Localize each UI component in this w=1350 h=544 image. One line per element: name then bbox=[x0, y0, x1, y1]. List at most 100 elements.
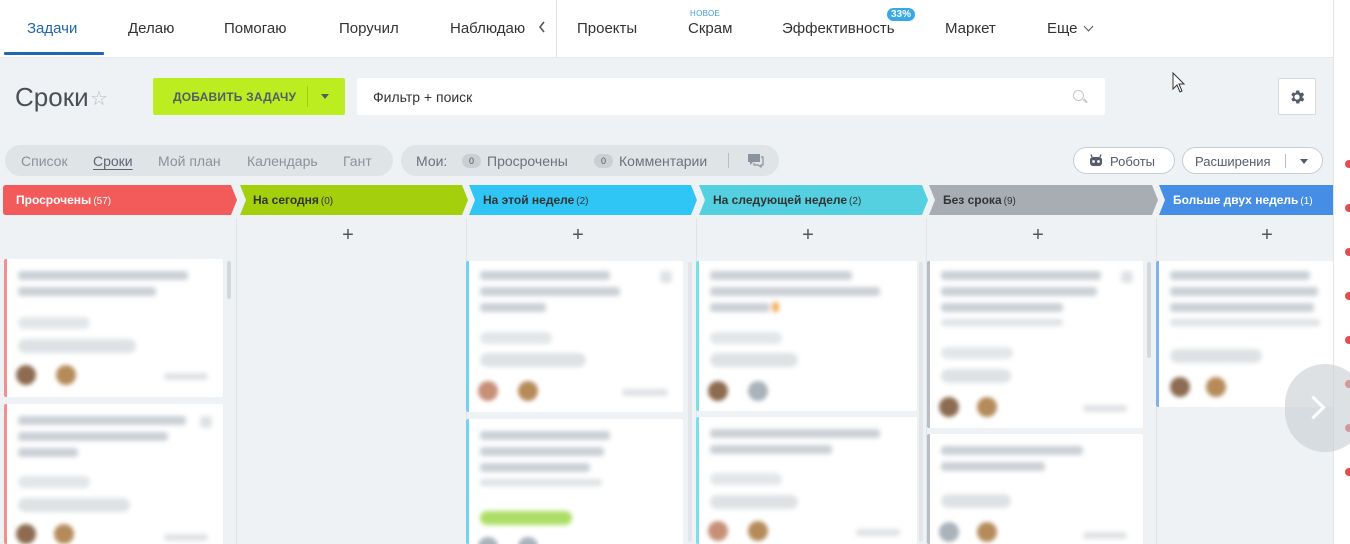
nav-tab-efficiency[interactable]: Эффективность bbox=[782, 20, 895, 37]
card-status-bar bbox=[696, 417, 699, 544]
column-header-over-two-weeks: Больше двух недель (1) bbox=[1159, 185, 1333, 215]
add-task-plus-button[interactable]: + bbox=[1028, 224, 1048, 247]
task-card[interactable] bbox=[4, 259, 223, 397]
task-card[interactable] bbox=[927, 261, 1143, 428]
view-my-plan[interactable]: Мой план bbox=[158, 153, 221, 169]
gear-icon bbox=[1291, 89, 1305, 104]
nav-tab-helping[interactable]: Помогаю bbox=[224, 20, 287, 37]
task-title-blurred bbox=[710, 429, 880, 438]
column-scrollbar[interactable] bbox=[1147, 262, 1151, 358]
column-header-no-deadline: Без срока (9) bbox=[929, 185, 1158, 215]
nav-tab-scrum[interactable]: Скрам bbox=[688, 20, 732, 37]
avatar[interactable] bbox=[56, 365, 76, 385]
column-scrollbar[interactable] bbox=[227, 261, 231, 299]
nav-separator bbox=[556, 0, 557, 58]
nav-tab-tasks[interactable]: Задачи bbox=[27, 20, 77, 37]
nav-tab-assigned[interactable]: Поручил bbox=[339, 20, 399, 37]
nav-tab-projects[interactable]: Проекты bbox=[577, 20, 637, 37]
extensions-button[interactable]: Расширения bbox=[1182, 147, 1323, 174]
avatar[interactable] bbox=[977, 522, 997, 542]
task-time-blurred bbox=[622, 389, 668, 396]
task-title-blurred bbox=[480, 303, 546, 312]
task-flag-blurred bbox=[772, 302, 779, 312]
task-card[interactable] bbox=[927, 434, 1143, 544]
avatar[interactable] bbox=[748, 521, 768, 541]
nav-more-label: Еще bbox=[1047, 20, 1078, 37]
nav-tab-doing[interactable]: Делаю bbox=[128, 20, 174, 37]
counter-overdue[interactable]: Просрочены bbox=[487, 153, 568, 169]
avatar[interactable] bbox=[708, 521, 728, 541]
view-list[interactable]: Список bbox=[21, 153, 68, 169]
avatar[interactable] bbox=[518, 381, 538, 401]
task-card[interactable] bbox=[466, 419, 683, 544]
robot-icon bbox=[1090, 154, 1102, 166]
task-card[interactable] bbox=[696, 261, 917, 411]
chevron-left-icon[interactable] bbox=[538, 20, 546, 37]
scroll-right-arrow-icon[interactable] bbox=[1285, 364, 1350, 452]
right-side-strip bbox=[1333, 0, 1350, 544]
task-tag-blurred bbox=[710, 473, 782, 485]
robots-label: Роботы bbox=[1110, 154, 1156, 169]
task-subtitle-blurred bbox=[941, 319, 1063, 326]
star-icon[interactable]: ☆ bbox=[90, 86, 108, 111]
avatar[interactable] bbox=[977, 397, 997, 417]
avatar[interactable] bbox=[939, 397, 959, 417]
counter-comments[interactable]: Комментарии bbox=[619, 153, 707, 169]
task-title-blurred bbox=[18, 432, 168, 441]
notification-dot bbox=[1345, 292, 1350, 300]
column-scrollbar[interactable] bbox=[688, 262, 692, 542]
caret-down-icon[interactable] bbox=[321, 94, 329, 99]
task-card[interactable] bbox=[696, 417, 917, 544]
avatar[interactable] bbox=[518, 537, 538, 544]
avatar[interactable] bbox=[1170, 377, 1190, 397]
column-title-text: Больше двух недель bbox=[1173, 193, 1299, 207]
nav-tab-watching[interactable]: Наблюдаю bbox=[450, 20, 525, 37]
column-title: Просрочены (57) bbox=[16, 193, 111, 207]
filter-search-input[interactable]: Фильтр + поиск bbox=[357, 78, 1105, 115]
settings-button[interactable] bbox=[1278, 78, 1316, 115]
avatar[interactable] bbox=[16, 524, 36, 544]
task-time-blurred bbox=[164, 534, 208, 541]
view-switcher: Список Сроки Мой план Календарь Гант bbox=[5, 145, 393, 176]
nav-tab-more[interactable]: Еще bbox=[1047, 20, 1093, 37]
avatar[interactable] bbox=[478, 537, 498, 544]
task-card[interactable] bbox=[4, 404, 223, 544]
column-header-today: На сегодня (0) bbox=[240, 185, 468, 215]
view-calendar[interactable]: Календарь bbox=[247, 153, 318, 169]
task-deadline-blurred bbox=[1170, 349, 1262, 363]
my-counters: Мои: 0 Просрочены 0 Комментарии bbox=[401, 145, 779, 176]
column-count: (57) bbox=[93, 196, 112, 207]
task-card[interactable] bbox=[466, 261, 683, 412]
card-status-bar bbox=[927, 434, 930, 544]
avatar[interactable] bbox=[16, 365, 36, 385]
column-title-text: На следующей неделе bbox=[713, 193, 848, 207]
task-title-blurred bbox=[710, 445, 832, 454]
add-task-plus-button[interactable]: + bbox=[338, 224, 358, 247]
add-task-plus-button[interactable]: + bbox=[1257, 224, 1277, 247]
avatar[interactable] bbox=[939, 522, 959, 542]
task-title-blurred bbox=[941, 287, 1097, 296]
view-deadlines[interactable]: Сроки bbox=[93, 153, 133, 169]
add-task-button[interactable]: ДОБАВИТЬ ЗАДАЧУ bbox=[153, 78, 345, 115]
add-task-plus-button[interactable]: + bbox=[798, 224, 818, 247]
add-task-plus-button[interactable]: + bbox=[568, 224, 588, 247]
nav-tab-market[interactable]: Маркет bbox=[945, 20, 996, 37]
caret-down-icon[interactable] bbox=[1300, 159, 1308, 164]
avatar[interactable] bbox=[748, 381, 768, 401]
search-icon[interactable] bbox=[1073, 90, 1084, 101]
avatar[interactable] bbox=[708, 381, 728, 401]
task-title-blurred bbox=[18, 448, 78, 457]
task-deadline-blurred bbox=[480, 353, 586, 367]
task-deadline-blurred bbox=[710, 495, 798, 509]
column-scrollbar[interactable] bbox=[919, 262, 923, 542]
task-title-blurred bbox=[480, 287, 620, 296]
chat-icon[interactable] bbox=[747, 153, 764, 168]
avatar[interactable] bbox=[478, 381, 498, 401]
robots-button[interactable]: Роботы bbox=[1073, 147, 1175, 174]
card-status-bar bbox=[466, 261, 469, 412]
view-gantt[interactable]: Гант bbox=[343, 153, 372, 169]
filter-search-value: Фильтр + поиск bbox=[373, 89, 473, 105]
add-task-label: ДОБАВИТЬ ЗАДАЧУ bbox=[173, 90, 297, 104]
avatar[interactable] bbox=[1206, 377, 1226, 397]
avatar[interactable] bbox=[54, 524, 74, 544]
